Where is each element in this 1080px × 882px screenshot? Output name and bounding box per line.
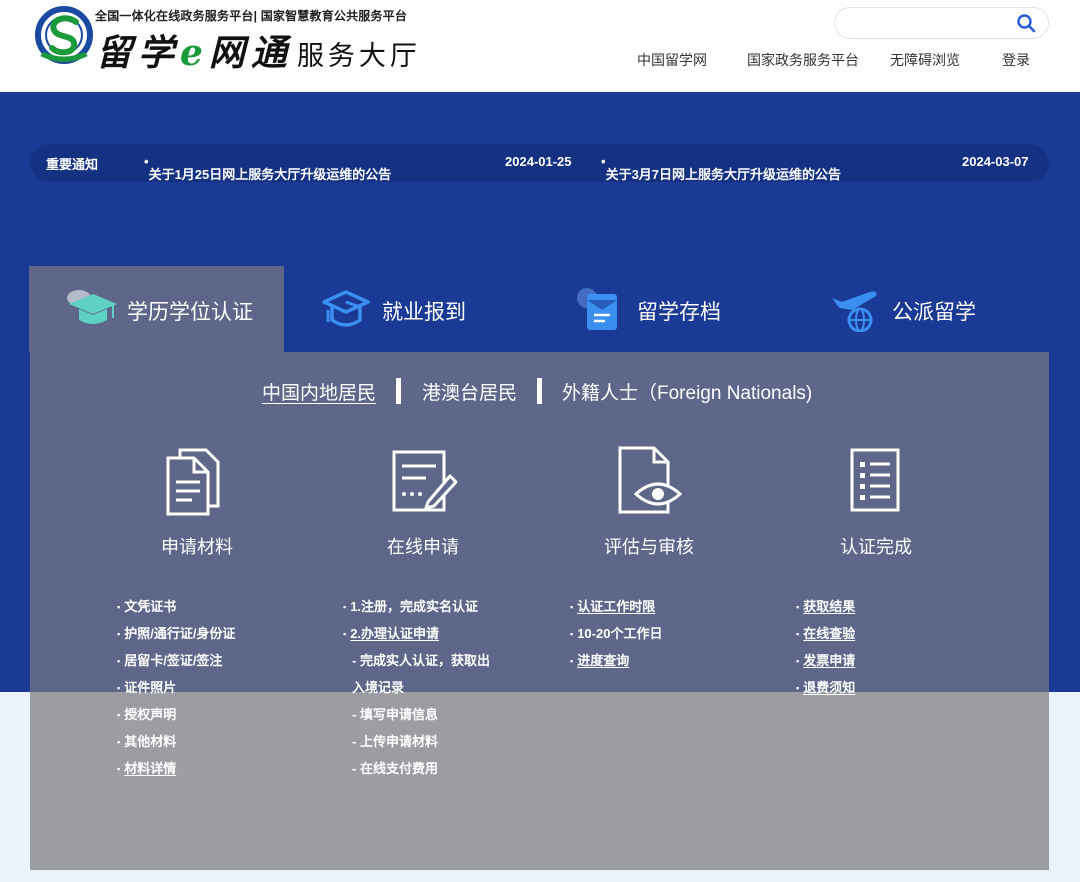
step-title-review: 评估与审核	[604, 537, 694, 557]
search-icon[interactable]	[1016, 13, 1036, 33]
subtab-hk-macao-taiwan-residents[interactable]: 港澳台居民	[422, 378, 517, 405]
plane-globe-icon	[832, 291, 877, 332]
tab-label: 学历学位认证	[127, 301, 253, 324]
list-item: - 上传申请材料	[352, 734, 438, 749]
list-item: - 在线支付费用	[352, 761, 438, 776]
site-slogan: 全国一体化在线政务服务平台| 国家智慧教育公共服务平台	[95, 9, 408, 23]
notice-label: 重要通知	[46, 157, 99, 172]
list-item: 入境记录	[352, 680, 405, 695]
notice-item[interactable]: • 关于1月25日网上服务大厅升级运维的公告	[144, 154, 391, 182]
nav-link-login[interactable]: 登录	[1002, 50, 1030, 70]
checklist-icon	[850, 448, 900, 512]
nav-link-accessibility[interactable]: 无障碍浏览	[890, 50, 960, 70]
step-title-complete: 认证完成	[840, 537, 912, 557]
tab-government-sponsored-study[interactable]: 公派留学	[794, 266, 1049, 352]
subtab-foreign-nationals[interactable]: 外籍人士（Foreign Nationals)	[562, 378, 812, 405]
tab-label: 留学存档	[637, 301, 721, 324]
list-item: 文凭证书	[117, 597, 235, 624]
notice-item[interactable]: • 关于3月7日网上服务大厅升级运维的公告	[601, 154, 841, 182]
apply-authentication-link[interactable]: 2.办理认证申请	[343, 624, 490, 651]
review-list: 认证工作时限 10-20个工作日 进度查询	[570, 597, 662, 678]
tab-label: 公派留学	[892, 301, 976, 324]
form-edit-icon	[392, 450, 458, 512]
archive-folder-icon	[577, 288, 617, 330]
refund-notice-link[interactable]: 退费须知	[796, 678, 855, 705]
document-eye-icon	[618, 446, 683, 514]
notice-date: 2024-03-07	[962, 154, 1029, 169]
online-application-list: 1.注册，完成实名认证 2.办理认证申请 - 完成实人认证，获取出 入境记录 -…	[343, 597, 490, 786]
search-input[interactable]	[849, 8, 1019, 38]
list-item: 1.注册，完成实名认证	[343, 597, 490, 624]
step-title-materials: 申请材料	[161, 537, 233, 557]
search-box	[834, 7, 1049, 39]
graduation-cap-icon	[67, 290, 117, 324]
top-nav: 中国留学网 国家政务服务平台 无障碍浏览 登录	[0, 50, 1080, 70]
list-item: 护照/通行证/身份证	[117, 624, 235, 651]
list-item: 授权声明	[117, 705, 235, 732]
tab-label: 就业报到	[382, 301, 466, 324]
subtab-mainland-residents[interactable]: 中国内地居民	[262, 378, 376, 405]
progress-query-link[interactable]: 进度查询	[570, 651, 662, 678]
list-item: 其他材料	[117, 732, 235, 759]
list-item: 居留卡/签证/签注	[117, 651, 235, 678]
materials-details-link[interactable]: 材料详情	[117, 759, 235, 786]
processing-time-link[interactable]: 认证工作时限	[570, 597, 662, 624]
cap-outline-icon	[322, 290, 370, 327]
nav-link-cscse[interactable]: 中国留学网	[637, 50, 707, 70]
tab-degree-authentication[interactable]: 学历学位认证	[29, 266, 284, 352]
complete-list: 获取结果 在线查验 发票申请 退费须知	[796, 597, 855, 705]
notice-date: 2024-01-25	[505, 154, 572, 169]
nav-link-gov-platform[interactable]: 国家政务服务平台	[747, 50, 859, 70]
notice-bar: 重要通知 • 关于1月25日网上服务大厅升级运维的公告 2024-01-25 •…	[30, 144, 1049, 182]
list-item: - 完成实人认证，获取出	[352, 653, 490, 668]
online-verification-link[interactable]: 在线查验	[796, 624, 855, 651]
tab-employment-registration[interactable]: 就业报到	[284, 266, 539, 352]
subtab-separator	[396, 378, 401, 404]
list-item: 10-20个工作日	[570, 624, 662, 651]
materials-list: 文凭证书 护照/通行证/身份证 居留卡/签证/签注 证件照片 授权声明 其他材料…	[117, 597, 235, 786]
list-item: 证件照片	[117, 678, 235, 705]
subtab-separator	[537, 378, 542, 404]
tab-study-archive[interactable]: 留学存档	[539, 266, 794, 352]
resident-type-tabs: 中国内地居民 港澳台居民 外籍人士（Foreign Nationals)	[0, 378, 1080, 404]
site-header: 全国一体化在线政务服务平台| 国家智慧教育公共服务平台 留学e网通 服务大厅 中…	[0, 0, 1080, 92]
invoice-request-link[interactable]: 发票申请	[796, 651, 855, 678]
get-result-link[interactable]: 获取结果	[796, 597, 855, 624]
documents-icon	[166, 448, 220, 516]
list-item: - 填写申请信息	[352, 707, 438, 722]
step-title-online-application: 在线申请	[387, 537, 459, 557]
